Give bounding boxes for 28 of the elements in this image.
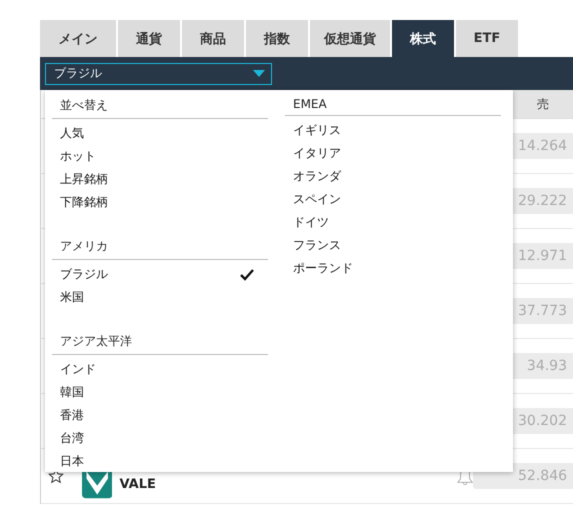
menu-item[interactable]: 下降銘柄 [52,191,268,214]
menu-item[interactable]: 人気 [52,122,268,145]
menu-item[interactable]: 香港 [52,404,268,427]
tab[interactable]: 指数 [246,20,308,57]
group-heading: アジア太平洋 [52,330,268,355]
tab[interactable]: 株式 [392,20,454,57]
menu-item[interactable]: 台湾 [52,427,268,450]
menu-item[interactable]: 韓国 [52,381,268,404]
region-dropdown[interactable]: ブラジル [45,62,272,84]
menu-item[interactable]: オランダ [285,165,501,188]
tab[interactable]: 通貨 [118,20,180,57]
menu-item[interactable]: 日本 [52,450,268,473]
group-heading: アメリカ [52,235,268,260]
menu-item[interactable]: 上昇銘柄 [52,168,268,191]
tab[interactable]: メイン [40,20,116,57]
tab[interactable]: ETF [456,20,518,57]
stock-name[interactable]: VALE [119,476,156,492]
menu-item[interactable]: ブラジル [52,263,268,286]
group-heading: EMEA [285,94,501,116]
menu-item[interactable]: ドイツ [285,211,501,234]
menu-item[interactable]: 米国 [52,286,268,309]
menu-item[interactable]: ホット [52,145,268,168]
caret-icon [253,70,265,77]
group-heading: 並べ替え [52,94,268,119]
tab[interactable]: 商品 [182,20,244,57]
tab[interactable]: 仮想通貨 [310,20,390,57]
menu-item[interactable]: インド [52,358,268,381]
column-header: 売 [513,90,573,118]
